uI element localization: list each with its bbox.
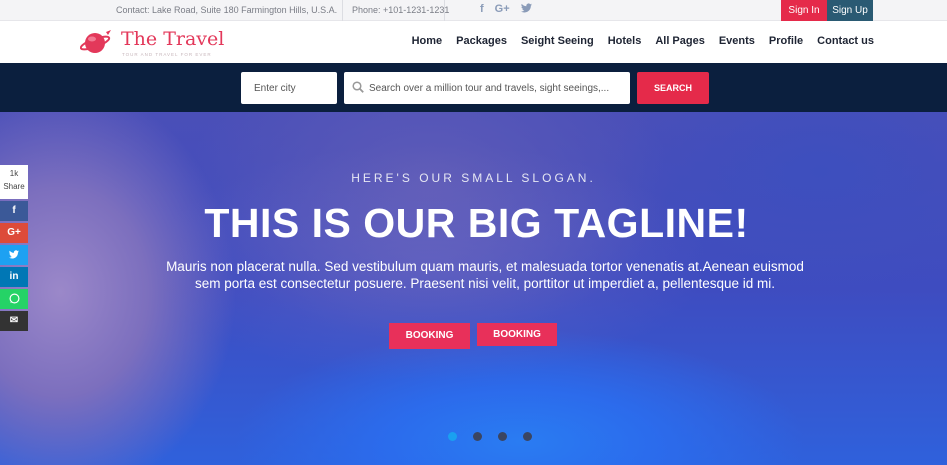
share-count-value: 1k: [9, 169, 19, 178]
nav-item-all-pages[interactable]: All Pages: [655, 35, 705, 47]
nav-item-profile[interactable]: Profile: [769, 35, 803, 47]
logo[interactable]: The Travel TOUR AND TRAVEL FOR EVER: [80, 27, 240, 57]
google-plus-icon[interactable]: G+: [495, 3, 510, 16]
twitter-icon[interactable]: [520, 3, 532, 16]
slider-dots: [448, 432, 532, 441]
share-whatsapp-icon[interactable]: [0, 289, 28, 309]
nav-item-packages[interactable]: Packages: [456, 35, 507, 47]
search-button[interactable]: SEARCH: [637, 72, 709, 104]
share-google-plus-icon[interactable]: G+: [0, 223, 28, 243]
share-linkedin-icon[interactable]: in: [0, 267, 28, 287]
slider-dot-2[interactable]: [473, 432, 482, 441]
share-email-icon[interactable]: ✉: [0, 311, 28, 331]
slider-dot-4[interactable]: [523, 432, 532, 441]
logo-name: The Travel: [121, 28, 225, 50]
planet-logo-icon: [80, 30, 111, 53]
hero-tagline: THIS IS OUR BIG TAGLINE!: [204, 200, 749, 246]
search-placeholder: Search over a million tour and travels, …: [369, 83, 610, 94]
contact-address: Contact: Lake Road, Suite 180 Farmington…: [116, 5, 338, 15]
city-input[interactable]: Enter city: [241, 72, 337, 104]
nav-item-contact-us[interactable]: Contact us: [817, 35, 874, 47]
nav-item-home[interactable]: Home: [412, 35, 443, 47]
search-bar: Enter city Search over a million tour an…: [0, 63, 947, 112]
sign-up-button[interactable]: Sign Up: [827, 0, 873, 21]
nav-item-sight-seeing[interactable]: Seight Seeing: [521, 35, 594, 47]
slider-dot-1[interactable]: [448, 432, 457, 441]
divider: [444, 0, 445, 21]
search-input[interactable]: Search over a million tour and travels, …: [344, 72, 630, 104]
nav-menu: Home Packages Seight Seeing Hotels All P…: [412, 35, 874, 47]
nav-item-events[interactable]: Events: [719, 35, 755, 47]
search-icon: [352, 81, 364, 93]
sign-in-button[interactable]: Sign In: [781, 0, 827, 21]
share-sidebar: 1k Share f G+ in ✉: [0, 165, 28, 331]
main-navbar: The Travel TOUR AND TRAVEL FOR EVER Home…: [0, 21, 947, 63]
slider-dot-3[interactable]: [498, 432, 507, 441]
nav-item-hotels[interactable]: Hotels: [608, 35, 642, 47]
facebook-icon[interactable]: f: [480, 3, 484, 16]
social-links: f G+: [480, 3, 532, 16]
share-count: 1k Share: [0, 165, 28, 199]
hero-paragraph: Mauris non placerat nulla. Sed vestibulu…: [166, 259, 804, 291]
booking-button[interactable]: BOOKING: [389, 323, 470, 349]
hero-slider: HERE'S OUR SMALL SLOGAN. THIS IS OUR BIG…: [0, 112, 947, 465]
booking-button-secondary[interactable]: BOOKING: [477, 323, 557, 346]
share-twitter-icon[interactable]: [0, 245, 28, 265]
share-facebook-icon[interactable]: f: [0, 201, 28, 221]
divider: [342, 0, 343, 21]
hero-slogan: HERE'S OUR SMALL SLOGAN.: [351, 171, 596, 185]
share-label: Share: [3, 182, 25, 191]
logo-tagline: TOUR AND TRAVEL FOR EVER: [122, 52, 212, 57]
contact-phone: Phone: +101-1231-1231: [352, 5, 450, 15]
top-bar: Contact: Lake Road, Suite 180 Farmington…: [0, 0, 947, 21]
